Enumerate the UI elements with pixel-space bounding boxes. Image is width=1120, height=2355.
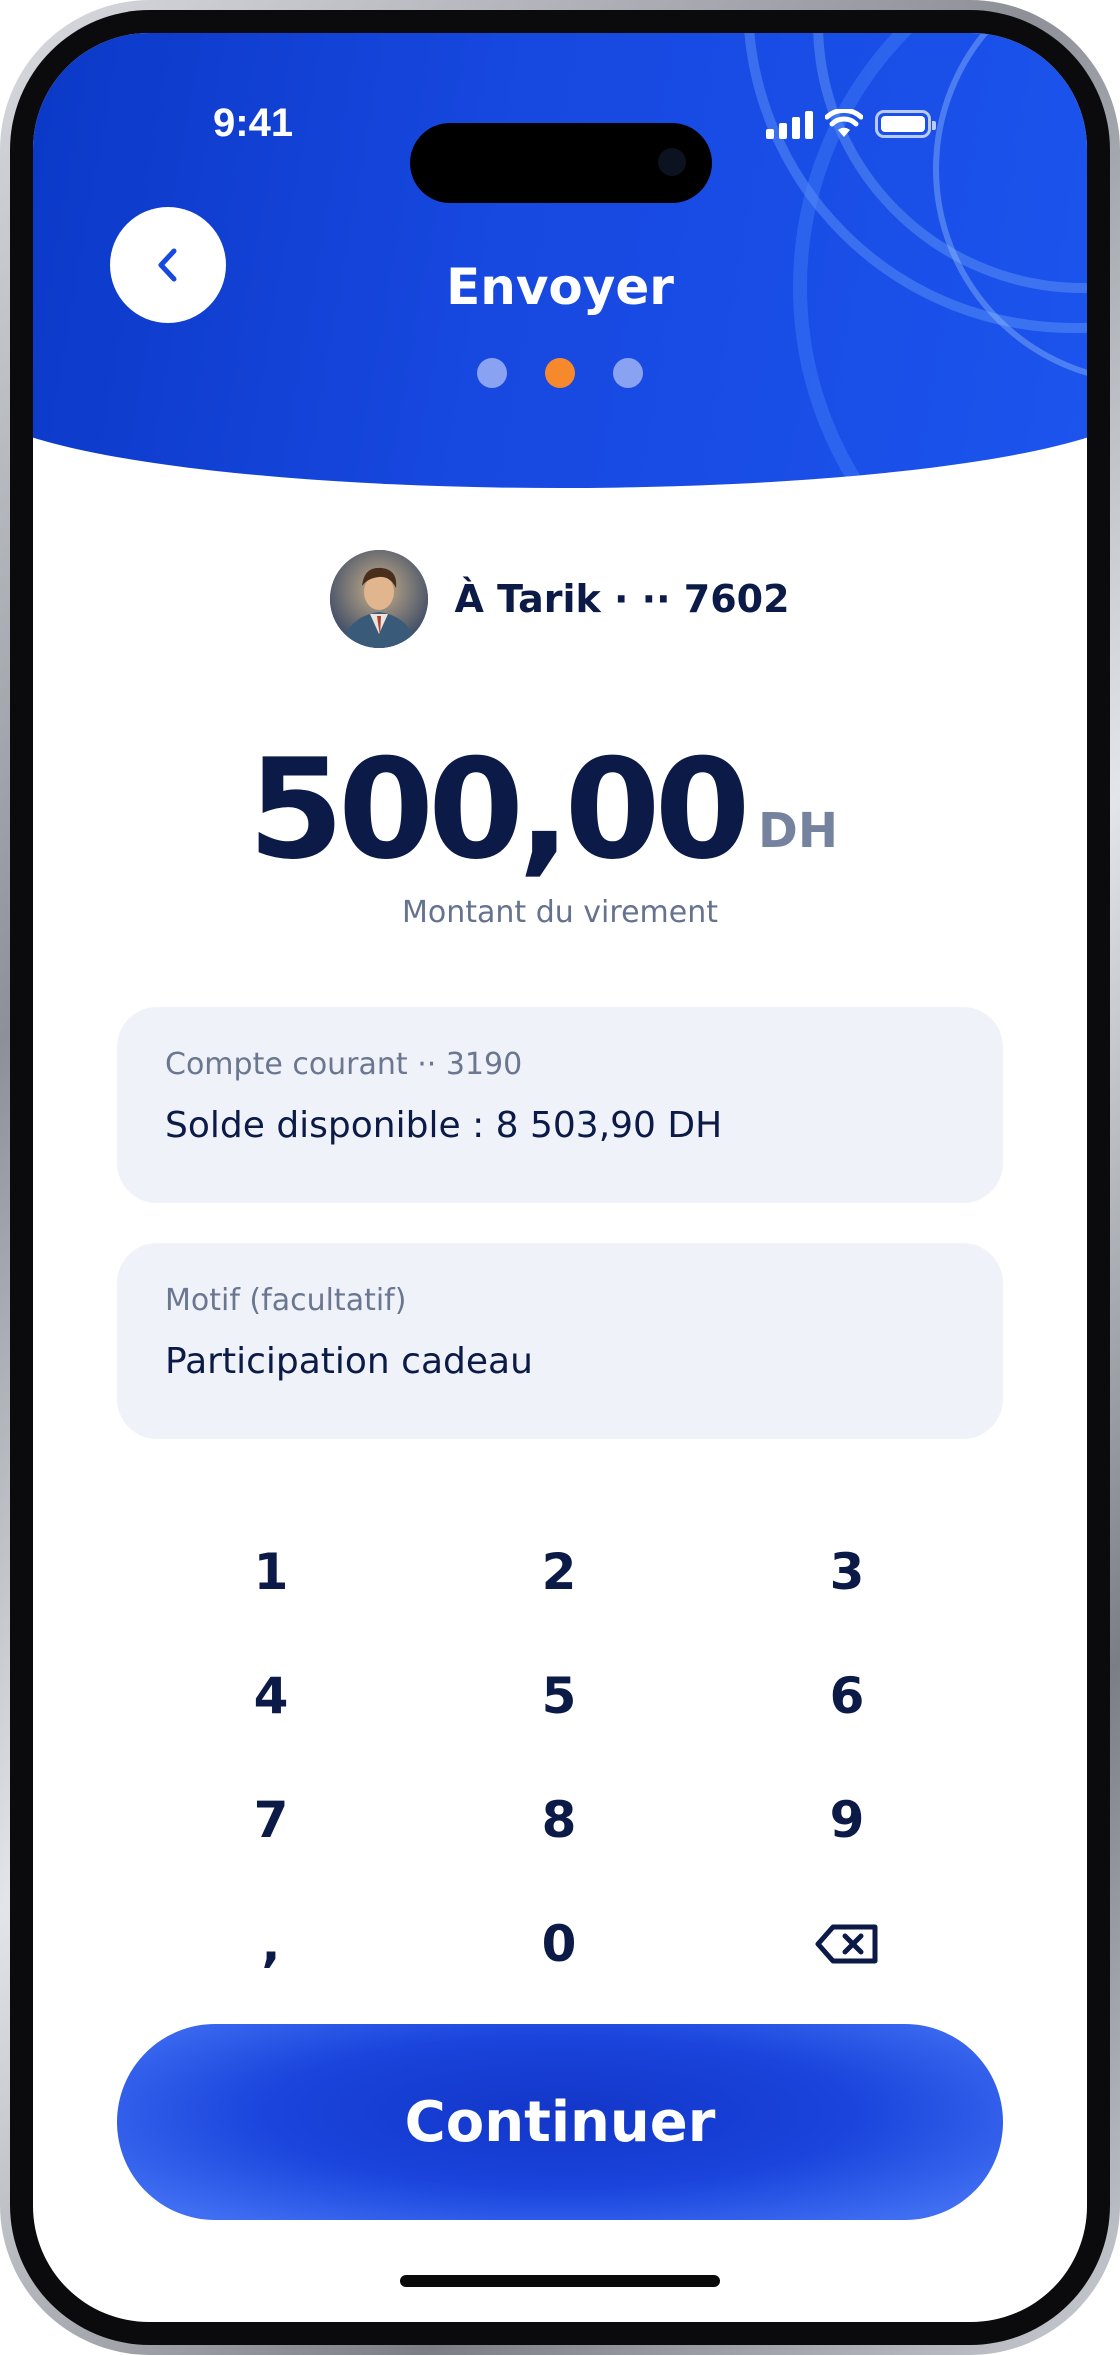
battery-icon — [875, 110, 936, 138]
continue-button-label: Continuer — [404, 2089, 716, 2155]
amount-currency: DH — [758, 803, 839, 859]
key-2[interactable]: 2 — [415, 1510, 703, 1634]
amount-value: 500,00 — [248, 729, 751, 890]
key-4[interactable]: 4 — [127, 1634, 415, 1758]
step-dot — [613, 358, 643, 388]
backspace-icon — [815, 1924, 878, 1964]
key-3[interactable]: 3 — [703, 1510, 991, 1634]
account-label: Compte courant ·· 3190 — [165, 1047, 523, 1082]
avatar — [330, 550, 429, 648]
key-1[interactable]: 1 — [127, 1510, 415, 1634]
recipient-row: À Tarik · ·· 7602 — [33, 549, 1087, 649]
motif-label: Motif (facultatif) — [165, 1283, 407, 1318]
key-7[interactable]: 7 — [127, 1758, 415, 1882]
account-balance: Solde disponible : 8 503,90 DH — [165, 1105, 723, 1146]
continue-button[interactable]: Continuer — [117, 2024, 1003, 2220]
wifi-icon — [825, 109, 863, 137]
numeric-keypad: 1 2 3 4 5 6 7 8 9 , 0 — [127, 1510, 991, 2006]
key-0[interactable]: 0 — [415, 1882, 703, 2006]
motif-field[interactable]: Motif (facultatif) Participation cadeau — [117, 1243, 1003, 1439]
key-5[interactable]: 5 — [415, 1634, 703, 1758]
step-dot-active — [545, 358, 575, 388]
key-decimal[interactable]: , — [127, 1882, 415, 2006]
account-selector[interactable]: Compte courant ·· 3190 Solde disponible … — [117, 1007, 1003, 1203]
home-indicator — [400, 2275, 720, 2287]
page-title: Envoyer — [446, 258, 674, 316]
status-bar: 9:41 — [33, 93, 1087, 203]
status-time: 9:41 — [213, 101, 294, 145]
key-backspace[interactable] — [703, 1882, 991, 2006]
key-6[interactable]: 6 — [703, 1634, 991, 1758]
step-indicator — [33, 358, 1087, 388]
status-icons — [766, 107, 936, 141]
recipient-label: À Tarik · ·· 7602 — [454, 577, 790, 621]
amount-caption: Montant du virement — [402, 895, 718, 930]
step-dot — [477, 358, 507, 388]
screen: 9:41 Envoyer À Tarik · ·· 7602 500,00 DH… — [33, 33, 1087, 2322]
cellular-signal-icon — [766, 109, 813, 139]
dynamic-island — [410, 123, 712, 203]
motif-value: Participation cadeau — [165, 1341, 533, 1382]
key-9[interactable]: 9 — [703, 1758, 991, 1882]
key-8[interactable]: 8 — [415, 1758, 703, 1882]
front-camera-icon — [658, 148, 686, 176]
